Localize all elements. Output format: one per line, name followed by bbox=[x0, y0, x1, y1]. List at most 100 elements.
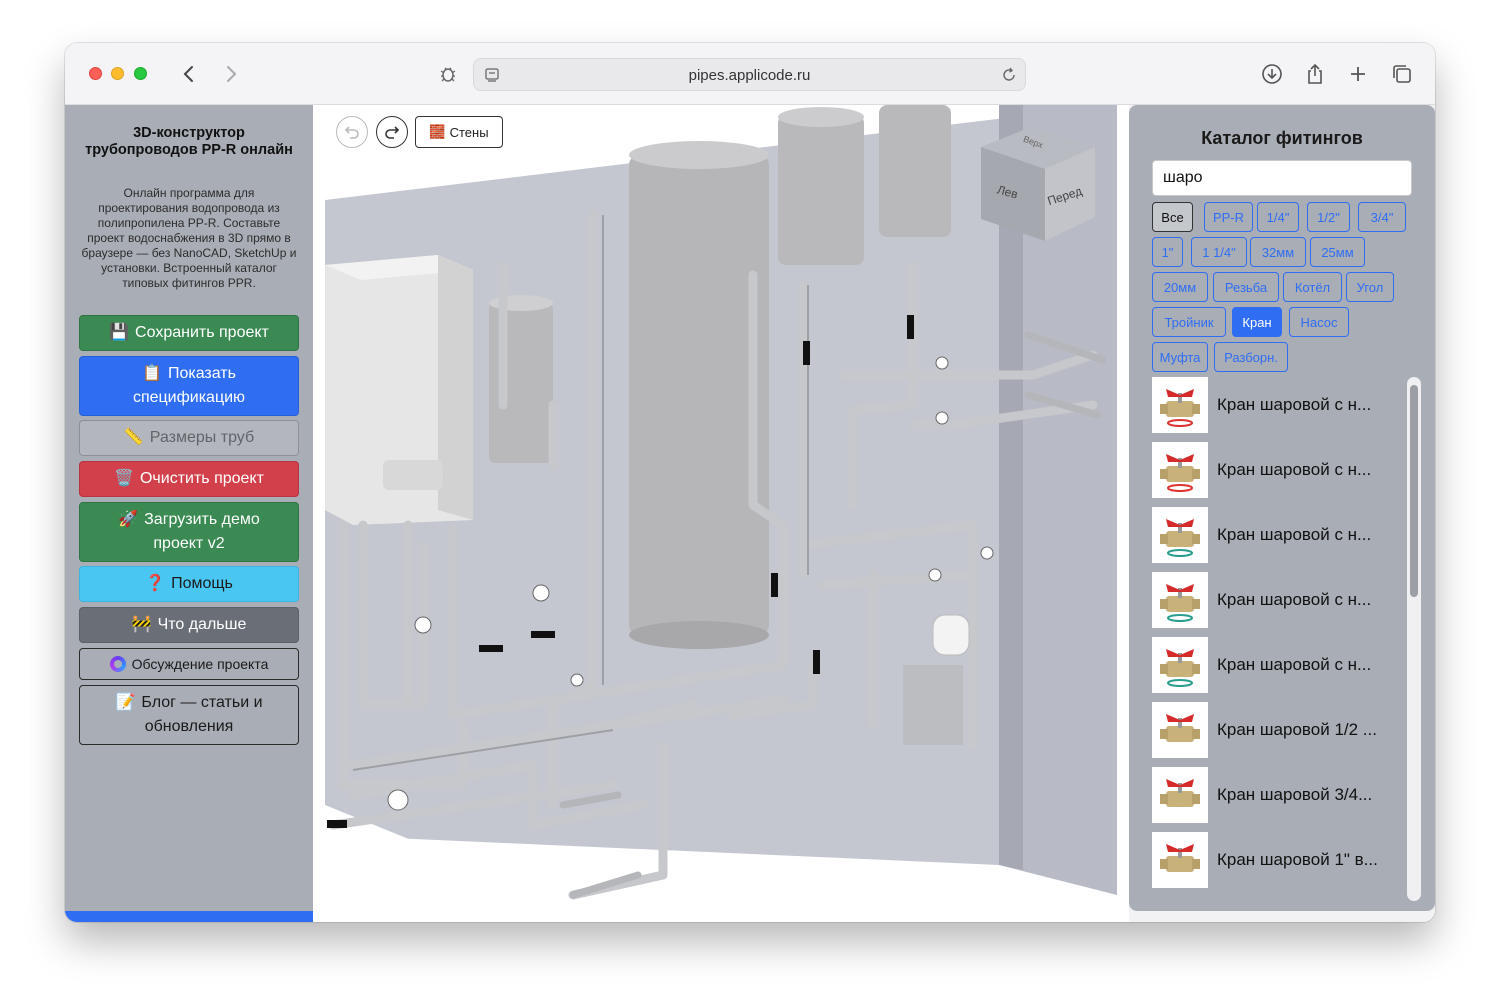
catalog-list[interactable]: Кран шаровой с н... Кран шаровой с н... Кр… bbox=[1150, 377, 1420, 911]
catalog-item[interactable]: Кран шаровой 1/2 ... bbox=[1150, 702, 1410, 760]
catalog-item[interactable]: Кран шаровой с н... bbox=[1150, 507, 1410, 565]
blog-button[interactable]: 📝 Блог — статьи и обновления bbox=[79, 685, 299, 745]
catalog-item-label: Кран шаровой 1/2 ... bbox=[1217, 720, 1377, 739]
catalog-item-label: Кран шаровой 3/4... bbox=[1217, 785, 1373, 804]
browser-toolbar: pipes.applicode.ru bbox=[65, 43, 1435, 105]
tabs-overview-button[interactable] bbox=[1389, 61, 1415, 87]
discussion-button[interactable]: Обсуждение проекта bbox=[79, 648, 299, 680]
walls-button[interactable]: 🧱 Стены bbox=[415, 116, 503, 148]
catalog-item[interactable]: Кран шаровой с н... bbox=[1150, 442, 1410, 500]
ball-valve-thumbnail bbox=[1152, 702, 1208, 758]
download-button[interactable] bbox=[1259, 61, 1285, 87]
load-demo-button[interactable]: 🚀 Загрузить демо проект v2 bbox=[79, 502, 299, 562]
catalog-search-input[interactable] bbox=[1152, 160, 1412, 196]
walls-label: Стены bbox=[449, 124, 489, 140]
filter-chip[interactable]: Все bbox=[1152, 202, 1193, 232]
ball-valve-thumbnail bbox=[1152, 442, 1208, 498]
url-text: pipes.applicode.ru bbox=[688, 67, 811, 84]
close-window-button[interactable] bbox=[89, 67, 102, 80]
clear-project-label: Очистить проект bbox=[139, 470, 264, 487]
chat-ring-icon bbox=[109, 656, 126, 672]
view-cube[interactable]: Верх Лев Перед bbox=[981, 127, 1097, 241]
filter-chip[interactable]: Кран bbox=[1232, 307, 1282, 337]
share-button[interactable] bbox=[1302, 61, 1328, 87]
filter-chip[interactable]: PP-R bbox=[1204, 202, 1253, 232]
new-tab-button[interactable] bbox=[1345, 61, 1371, 87]
spec-label-line1: Показать bbox=[167, 365, 236, 382]
maximize-window-button[interactable] bbox=[134, 67, 147, 80]
question-icon: ❓ bbox=[145, 575, 166, 592]
catalog-item[interactable]: Кран шаровой с н... bbox=[1150, 377, 1410, 435]
ball-valve-icon bbox=[1160, 389, 1200, 427]
filter-chip[interactable]: 1/2" bbox=[1307, 202, 1350, 232]
catalog-item[interactable]: Кран шаровой с н... bbox=[1150, 572, 1410, 630]
catalog-item[interactable]: Кран шаровой 3/4... bbox=[1150, 767, 1410, 825]
filter-chip[interactable]: 1" bbox=[1152, 237, 1183, 267]
scrollbar-thumb[interactable] bbox=[1410, 385, 1418, 597]
plus-icon bbox=[1351, 67, 1365, 81]
filter-chip[interactable]: 3/4" bbox=[1358, 202, 1406, 232]
3d-viewport[interactable]: Верх Лев Перед 🧱 Стены bbox=[313, 105, 1129, 922]
demo-label-line2: проект v2 bbox=[153, 535, 225, 552]
floppy-icon: 💾 bbox=[109, 324, 130, 341]
chevron-right-icon bbox=[227, 66, 237, 82]
ball-valve-icon bbox=[1160, 844, 1200, 872]
filter-chip[interactable]: Насос bbox=[1289, 307, 1349, 337]
filter-chip[interactable]: Резьба bbox=[1213, 272, 1279, 302]
address-bar[interactable]: pipes.applicode.ru bbox=[473, 58, 1026, 91]
catalog-item[interactable]: Кран шаровой с н... bbox=[1150, 637, 1410, 695]
catalog-item[interactable]: Кран шаровой 1" в... bbox=[1150, 832, 1410, 890]
filter-chip[interactable]: Муфта bbox=[1152, 342, 1208, 372]
redo-icon bbox=[385, 126, 400, 139]
whats-next-button[interactable]: 🚧 Что дальше bbox=[79, 607, 299, 643]
catalog-item-label: Кран шаровой с н... bbox=[1217, 525, 1372, 544]
ball-valve-icon bbox=[1160, 714, 1200, 742]
catalog-panel: Каталог фитингов Все PP-R1/4" 1/2" 3/4" 1" 1 … bbox=[1129, 105, 1435, 922]
filter-chip[interactable]: 1/4" bbox=[1257, 202, 1299, 232]
filter-chip[interactable]: 1 1/4" bbox=[1191, 237, 1247, 267]
save-project-button[interactable]: 💾 Сохранить проект bbox=[79, 315, 299, 351]
help-button[interactable]: ❓ Помощь bbox=[79, 566, 299, 602]
show-specification-button[interactable]: 📋 Показать спецификацию bbox=[79, 356, 299, 416]
ball-valve-thumbnail bbox=[1152, 832, 1208, 888]
whats-next-label: Что дальше bbox=[157, 616, 247, 633]
redo-button[interactable] bbox=[376, 116, 408, 148]
catalog-item-label: Кран шаровой с н... bbox=[1217, 395, 1372, 414]
filter-chip[interactable]: 32мм bbox=[1250, 237, 1306, 267]
filter-chip[interactable]: 20мм bbox=[1152, 272, 1208, 302]
back-button[interactable] bbox=[176, 61, 202, 87]
bug-icon[interactable] bbox=[435, 61, 461, 87]
ball-valve-thumbnail bbox=[1152, 637, 1208, 693]
filter-chip[interactable]: Котёл bbox=[1283, 272, 1342, 302]
undo-button[interactable] bbox=[336, 116, 368, 148]
filter-chip[interactable]: 25мм bbox=[1310, 237, 1365, 267]
ball-valve-icon bbox=[1160, 454, 1200, 492]
filter-chip[interactable]: Угол bbox=[1346, 272, 1394, 302]
reload-icon[interactable] bbox=[1001, 67, 1017, 83]
clear-project-button[interactable]: 🗑️ Очистить проект bbox=[79, 461, 299, 497]
filter-chip[interactable]: Тройник bbox=[1152, 307, 1226, 337]
memo-icon: 📝 bbox=[115, 694, 136, 711]
filter-chip[interactable]: Разборн. bbox=[1214, 342, 1288, 372]
sidebar-bottom-bar bbox=[65, 911, 313, 922]
forward-button[interactable] bbox=[218, 61, 244, 87]
download-icon bbox=[1262, 64, 1282, 84]
ball-valve-thumbnail bbox=[1152, 507, 1208, 563]
minimize-window-button[interactable] bbox=[111, 67, 124, 80]
app-title: 3D-конструктор трубопроводов PP-R онлайн bbox=[85, 125, 293, 158]
pipe-sizes-label: Размеры труб bbox=[149, 429, 255, 446]
brick-icon: 🧱 bbox=[429, 124, 446, 139]
catalog-scrollbar[interactable] bbox=[1407, 377, 1421, 901]
share-icon bbox=[1308, 63, 1322, 84]
demo-label-line1: Загрузить демо bbox=[144, 511, 260, 528]
left-sidebar: 3D-конструктор трубопроводов PP-R онлайн… bbox=[65, 105, 313, 922]
tabs-icon bbox=[1393, 65, 1411, 83]
catalog-item-label: Кран шаровой с н... bbox=[1217, 590, 1372, 609]
blog-label-line1: Блог — статьи и bbox=[141, 694, 263, 711]
construction-icon: 🚧 bbox=[131, 616, 152, 633]
rocket-icon: 🚀 bbox=[118, 511, 139, 528]
pipe-sizes-button[interactable]: 📏 Размеры труб bbox=[79, 420, 299, 456]
catalog-title: Каталог фитингов bbox=[1201, 128, 1363, 148]
discussion-label: Обсуждение проекта bbox=[131, 656, 269, 672]
ball-valve-thumbnail bbox=[1152, 767, 1208, 823]
